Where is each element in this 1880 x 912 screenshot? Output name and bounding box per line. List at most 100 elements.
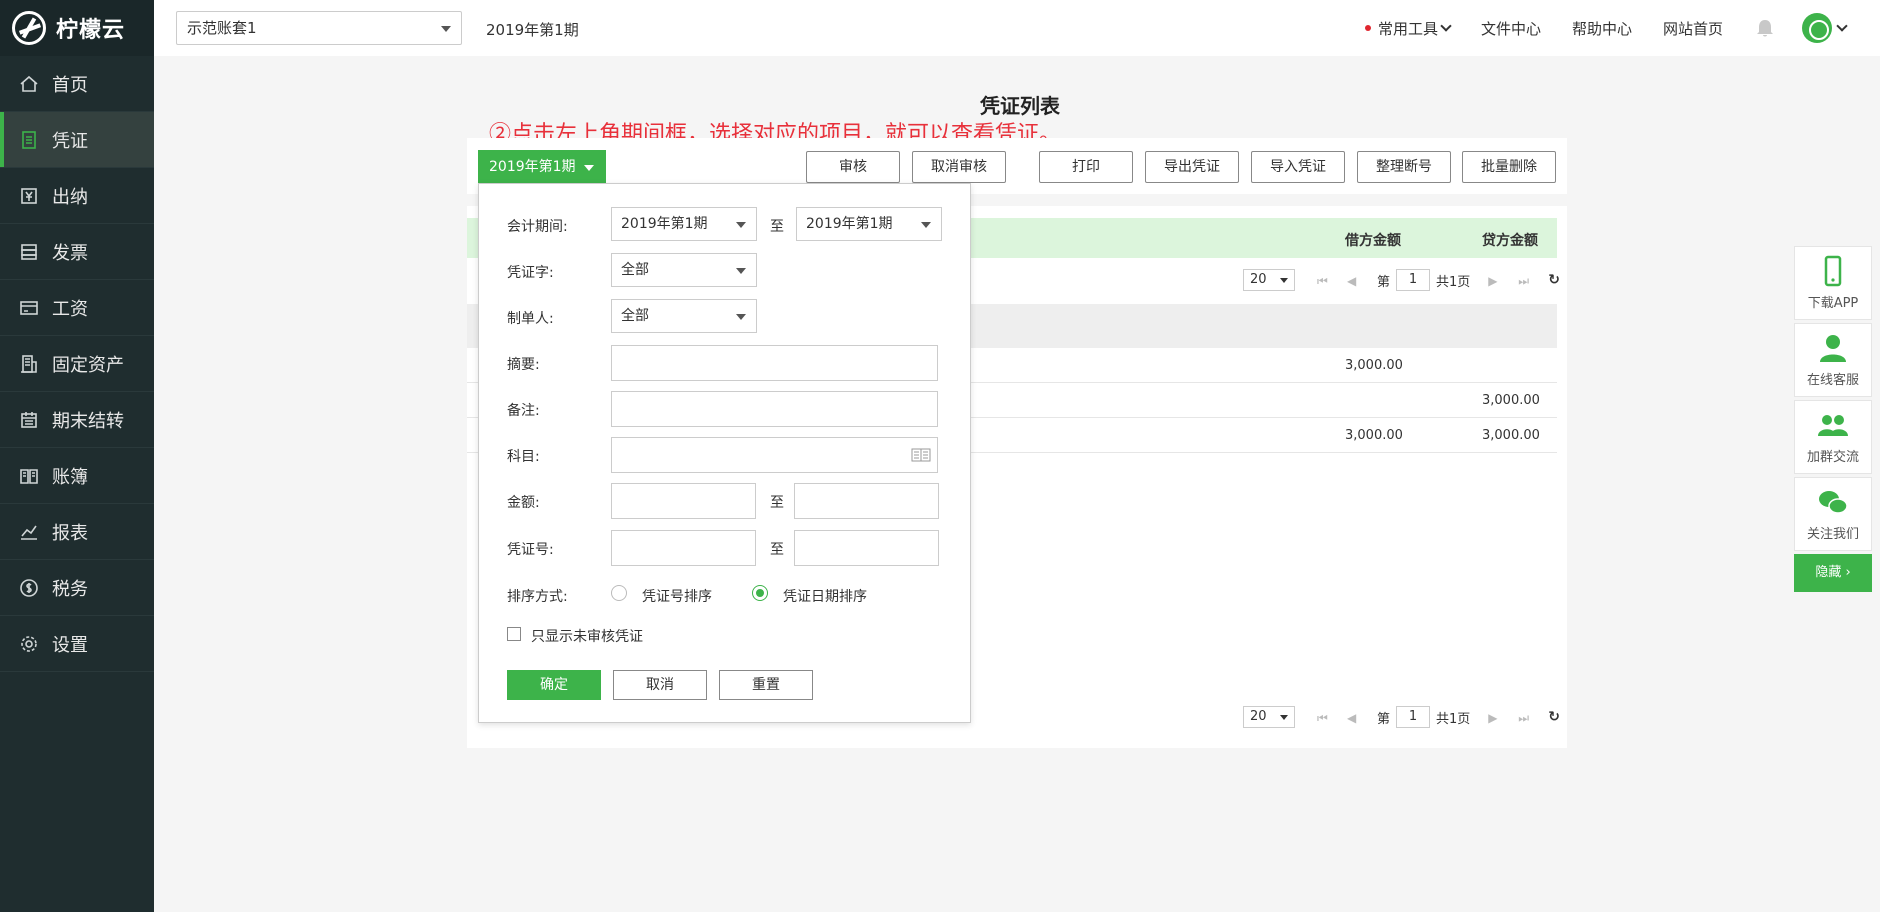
period-from-select[interactable]: 2019年第1期 [611, 207, 757, 241]
sort-label: 排序方式: [507, 589, 568, 605]
pager-top: 20 ⏮ ◀ 第 1 共1页 ▶ ⏭ ↻ [1243, 268, 1560, 292]
period-from-value: 2019年第1期 [621, 216, 708, 232]
sidebar-item-label: 期末结转 [52, 410, 124, 432]
subject-label: 科目: [507, 449, 540, 465]
confirm-button[interactable]: 确定 [507, 670, 601, 700]
calendar-icon [18, 409, 40, 431]
maker-label: 制单人: [507, 311, 554, 327]
sidebar-item-voucher[interactable]: 凭证 [0, 112, 154, 168]
export-voucher-button[interactable]: 导出凭证 [1145, 151, 1239, 183]
online-service-button[interactable]: 在线客服 [1794, 323, 1872, 397]
sidebar-item-label: 发票 [52, 242, 88, 264]
period-filter-button[interactable]: 2019年第1期 [478, 150, 606, 184]
last-page-icon[interactable]: ⏭ [1518, 711, 1530, 725]
join-group-button[interactable]: 加群交流 [1794, 400, 1872, 474]
col-credit: 贷方金额 [1482, 233, 1538, 249]
sidebar-item-home[interactable]: 首页 [0, 56, 154, 112]
audit-button[interactable]: 审核 [806, 151, 900, 183]
site-home-link[interactable]: 网站首页 [1663, 18, 1723, 39]
sidebar-item-salary[interactable]: 工资 [0, 280, 154, 336]
renumber-button[interactable]: 整理断号 [1357, 151, 1451, 183]
sidebar-item-period-close[interactable]: 期末结转 [0, 392, 154, 448]
number-max-input[interactable] [794, 530, 939, 566]
caret-down-icon [736, 314, 746, 320]
sidebar-item-label: 凭证 [52, 130, 88, 152]
sidebar-item-ledger[interactable]: 账簿 [0, 448, 154, 504]
online-service-label: 在线客服 [1806, 373, 1859, 388]
chevron-down-icon[interactable] [1836, 20, 1848, 32]
sort-by-date-radio[interactable] [752, 585, 768, 601]
page-size-select[interactable]: 20 [1243, 269, 1295, 291]
page-input[interactable]: 1 [1396, 269, 1431, 291]
account-set-select[interactable]: 示范账套1 [176, 11, 462, 45]
chart-icon [18, 521, 40, 543]
next-page-icon[interactable]: ▶ [1488, 274, 1500, 288]
cancel-button[interactable]: 取消 [613, 670, 707, 700]
account-set-value: 示范账套1 [187, 19, 257, 37]
unaudited-only-checkbox[interactable] [507, 627, 521, 641]
prev-page-icon[interactable]: ◀ [1347, 274, 1359, 288]
file-center-link[interactable]: 文件中心 [1481, 18, 1541, 39]
page-input[interactable]: 1 [1396, 706, 1431, 728]
voucher-word-value: 全部 [621, 262, 649, 278]
first-page-icon[interactable]: ⏮ [1317, 274, 1329, 288]
page-size-select[interactable]: 20 [1243, 706, 1295, 728]
maker-select[interactable]: 全部 [611, 299, 757, 333]
follow-us-label: 关注我们 [1806, 527, 1859, 542]
coin-icon [18, 577, 40, 599]
voucher-word-label: 凭证字: [507, 265, 554, 281]
import-voucher-button[interactable]: 导入凭证 [1251, 151, 1345, 183]
logo[interactable]: 柠檬云 [0, 0, 154, 56]
subject-input[interactable] [611, 437, 938, 473]
bell-icon[interactable] [1754, 17, 1776, 39]
number-min-input[interactable] [611, 530, 756, 566]
download-app-button[interactable]: 下载APP [1794, 246, 1872, 320]
next-page-icon[interactable]: ▶ [1488, 711, 1500, 725]
notification-dot-icon [1364, 25, 1371, 31]
tools-menu[interactable]: 常用工具 [1364, 18, 1452, 39]
hide-bar-button[interactable]: 隐藏 › [1794, 554, 1872, 592]
reset-button[interactable]: 重置 [719, 670, 813, 700]
sort-by-number-radio[interactable] [611, 585, 627, 601]
home-icon [18, 73, 40, 95]
refresh-icon[interactable]: ↻ [1548, 709, 1560, 725]
period-to-select[interactable]: 2019年第1期 [796, 207, 942, 241]
sidebar-item-invoice[interactable]: 发票 [0, 224, 154, 280]
help-center-link[interactable]: 帮助中心 [1572, 18, 1632, 39]
person-icon [1820, 335, 1846, 362]
wechat-icon [1819, 491, 1848, 514]
summary-label: 摘要: [507, 357, 540, 373]
refresh-icon[interactable]: ↻ [1548, 272, 1560, 288]
first-page-icon[interactable]: ⏮ [1317, 711, 1329, 725]
prev-page-icon[interactable]: ◀ [1347, 711, 1359, 725]
page-total: 共1页 [1436, 711, 1471, 727]
subject-picker-icon[interactable] [911, 448, 931, 462]
unaudit-button[interactable]: 取消审核 [912, 151, 1006, 183]
sidebar-item-reports[interactable]: 报表 [0, 504, 154, 560]
sidebar-item-label: 税务 [52, 578, 88, 600]
sidebar-item-fixed-assets[interactable]: 固定资产 [0, 336, 154, 392]
range-separator: 至 [770, 542, 784, 558]
voucher-word-select[interactable]: 全部 [611, 253, 757, 287]
sidebar-item-cashier[interactable]: 出纳 [0, 168, 154, 224]
debit-cell: 3,000.00 [1345, 358, 1403, 373]
note-input[interactable] [611, 391, 938, 427]
batch-delete-button[interactable]: 批量删除 [1462, 151, 1556, 183]
sidebar-item-tax[interactable]: 税务 [0, 560, 154, 616]
amount-min-input[interactable] [611, 483, 756, 519]
print-button[interactable]: 打印 [1039, 151, 1133, 183]
sidebar-item-settings[interactable]: 设置 [0, 616, 154, 672]
unaudited-only-label: 只显示未审核凭证 [531, 629, 643, 645]
download-app-label: 下载APP [1807, 296, 1859, 311]
sidebar-item-label: 报表 [52, 522, 88, 544]
sort-by-number-label: 凭证号排序 [642, 589, 712, 605]
caret-down-icon [584, 165, 594, 171]
avatar[interactable] [1802, 13, 1832, 43]
follow-us-button[interactable]: 关注我们 [1794, 477, 1872, 551]
page-prefix: 第 [1377, 711, 1391, 727]
cashier-icon [18, 185, 40, 207]
debit-cell: 3,000.00 [1345, 428, 1403, 443]
last-page-icon[interactable]: ⏭ [1518, 274, 1530, 288]
amount-max-input[interactable] [794, 483, 939, 519]
summary-input[interactable] [611, 345, 938, 381]
